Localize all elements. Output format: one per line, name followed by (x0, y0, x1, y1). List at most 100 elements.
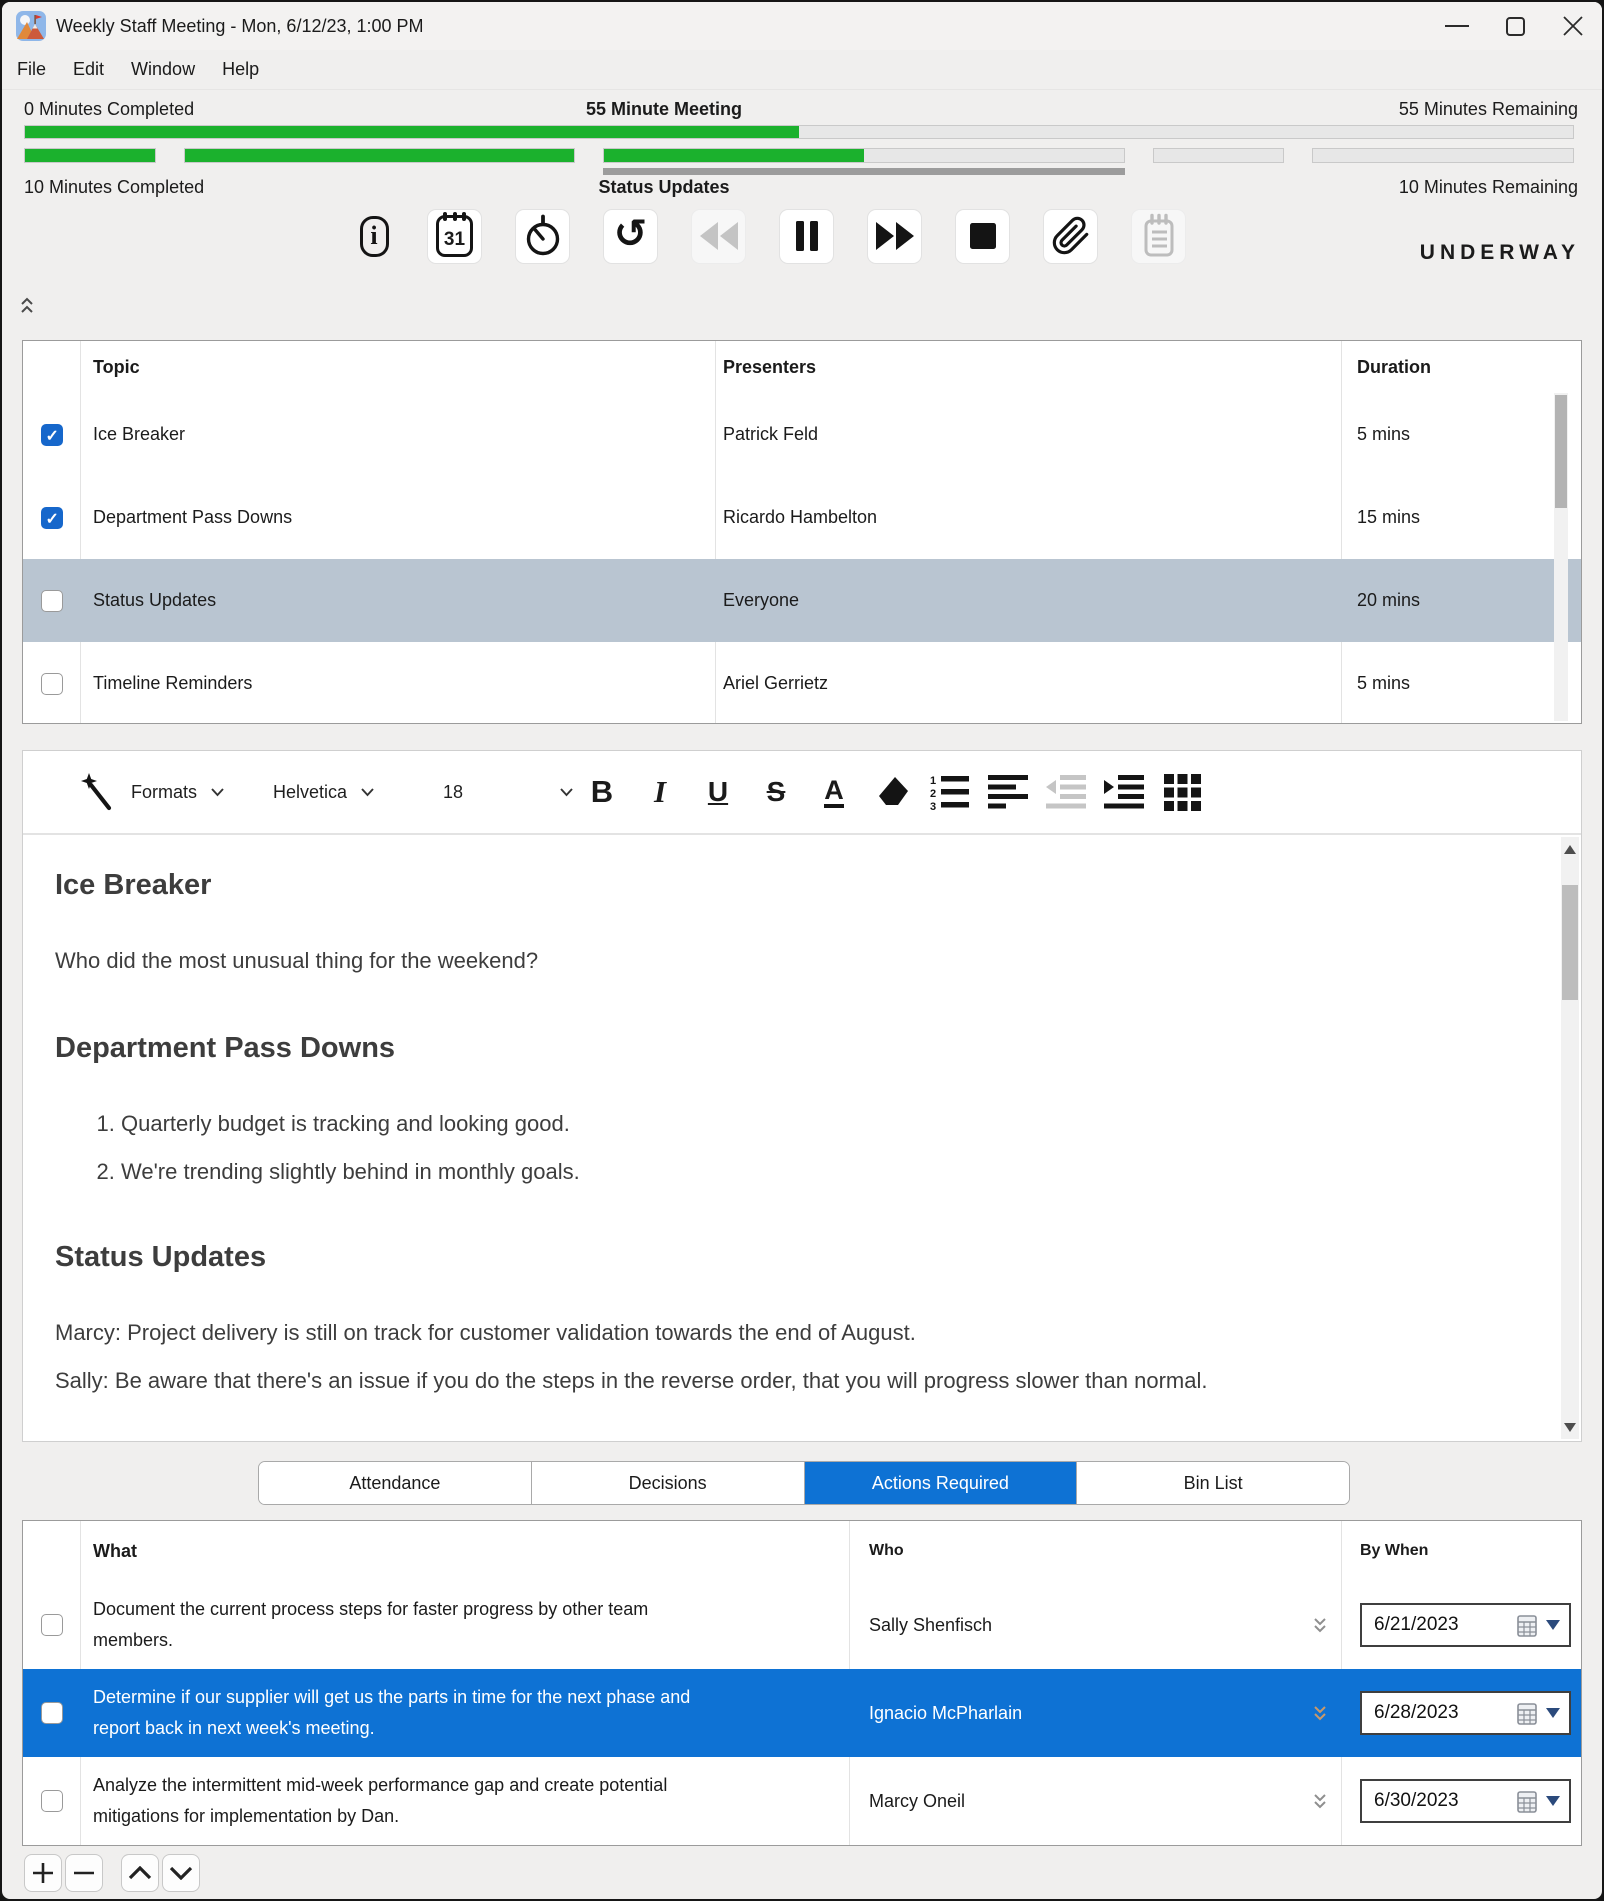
restart-icon: ↺ (614, 214, 648, 254)
notes-heading: Department Pass Downs (55, 1032, 1489, 1065)
menu-edit[interactable]: Edit (73, 59, 104, 80)
action-checkbox[interactable] (41, 1790, 63, 1812)
agenda-scrollbar-thumb[interactable] (1555, 395, 1567, 508)
action-row[interactable]: Analyze the intermittent mid-week perfor… (23, 1757, 1581, 1845)
attachment-button[interactable] (1043, 209, 1098, 264)
notes-paragraph: Marcy: Project delivery is still on trac… (55, 1316, 1489, 1350)
outdent-button[interactable] (1037, 775, 1095, 809)
scroll-up-arrow[interactable] (1561, 839, 1579, 859)
meeting-length-label: 55 Minute Meeting (2, 99, 1326, 120)
minimize-button[interactable] (1428, 2, 1486, 50)
progress-segment (24, 148, 156, 163)
menu-help[interactable]: Help (222, 59, 259, 80)
agenda-scrollbar[interactable] (1554, 393, 1568, 721)
align-left-icon (988, 775, 1028, 809)
collapse-panel-button[interactable] (20, 296, 34, 320)
stop-button[interactable] (955, 209, 1010, 264)
brand-wordmark: UNDERWAY (1420, 241, 1580, 265)
clear-formatting-button[interactable] (863, 775, 921, 809)
editor-scrollbar-thumb[interactable] (1562, 885, 1578, 1000)
action-row[interactable]: Document the current process steps for f… (23, 1581, 1581, 1669)
notes-button[interactable] (1131, 209, 1186, 264)
due-date-value: 6/30/2023 (1374, 1790, 1510, 1812)
topic-name: Timeline Reminders (80, 673, 715, 694)
info-button[interactable]: i (354, 209, 394, 264)
agenda-row[interactable]: Status Updates Everyone 20 mins (23, 559, 1581, 642)
strikethrough-button[interactable]: S (747, 776, 805, 808)
actions-col-who: Who (849, 1542, 1341, 1560)
combo-chevron-icon[interactable] (1313, 1705, 1327, 1722)
remove-action-button[interactable] (65, 1854, 103, 1892)
font-size-dropdown[interactable]: 18 (443, 782, 573, 803)
calendar-button[interactable]: 31 (427, 209, 482, 264)
tab-attendance[interactable]: Attendance (259, 1462, 531, 1504)
fast-forward-icon (874, 221, 916, 251)
date-dropdown-arrow[interactable] (1546, 1796, 1560, 1806)
fast-forward-button[interactable] (867, 209, 922, 264)
font-family-dropdown[interactable]: Helvetica (273, 782, 443, 803)
indent-button[interactable] (1095, 775, 1153, 809)
indent-icon (1104, 775, 1144, 809)
restart-button[interactable]: ↺ (603, 209, 658, 264)
italic-button[interactable]: I (631, 774, 689, 810)
rewind-button[interactable] (691, 209, 746, 264)
maximize-button[interactable] (1486, 2, 1544, 50)
notes-list: Quarterly budget is tracking and looking… (55, 1111, 1489, 1185)
action-row[interactable]: Determine if our supplier will get us th… (23, 1669, 1581, 1757)
notes-list-item: Quarterly budget is tracking and looking… (121, 1111, 1489, 1137)
segmented-progress (24, 148, 1574, 163)
insert-table-button[interactable] (1153, 774, 1211, 811)
bold-button[interactable]: B (573, 774, 631, 810)
svg-text:3: 3 (930, 801, 936, 811)
magic-wand-button[interactable] (65, 772, 131, 812)
agenda-row[interactable]: Timeline Reminders Ariel Gerrietz 5 mins (23, 642, 1581, 725)
topic-duration: 15 mins (1341, 507, 1581, 528)
action-checkbox[interactable] (41, 1614, 63, 1636)
overall-progress-fill (25, 126, 799, 138)
close-button[interactable] (1544, 2, 1602, 50)
agenda-row[interactable]: Ice Breaker Patrick Feld 5 mins (23, 393, 1581, 476)
combo-chevron-icon[interactable] (1313, 1617, 1327, 1634)
menu-window[interactable]: Window (131, 59, 195, 80)
tab-decisions[interactable]: Decisions (531, 1462, 804, 1504)
add-action-button[interactable] (24, 1854, 62, 1892)
topic-checkbox[interactable] (41, 673, 63, 695)
editor-scrollbar[interactable] (1561, 837, 1579, 1439)
topic-checkbox[interactable] (41, 590, 63, 612)
due-date-field[interactable]: 6/21/2023 (1360, 1603, 1571, 1647)
topic-checkbox[interactable] (41, 424, 63, 446)
tab-bin-list[interactable]: Bin List (1076, 1462, 1349, 1504)
notes-content[interactable]: Ice Breaker Who did the most unusual thi… (23, 837, 1559, 1441)
window-title: Weekly Staff Meeting - Mon, 6/12/23, 1:0… (56, 16, 424, 37)
text-color-button[interactable]: A (805, 776, 863, 808)
move-up-button[interactable] (121, 1854, 159, 1892)
due-date-field[interactable]: 6/28/2023 (1360, 1691, 1571, 1735)
move-down-button[interactable] (162, 1854, 200, 1892)
scroll-down-arrow[interactable] (1561, 1417, 1579, 1437)
due-date-field[interactable]: 6/30/2023 (1360, 1779, 1571, 1823)
menu-file[interactable]: File (17, 59, 46, 80)
date-dropdown-arrow[interactable] (1546, 1708, 1560, 1718)
current-segment-underline (603, 168, 1124, 175)
actions-header: What Who By When (23, 1521, 1581, 1581)
agenda-row[interactable]: Department Pass Downs Ricardo Hambelton … (23, 476, 1581, 559)
formats-dropdown[interactable]: Formats (131, 782, 273, 803)
date-picker-icon (1517, 1701, 1539, 1725)
tab-actions-required[interactable]: Actions Required (804, 1462, 1077, 1504)
date-dropdown-arrow[interactable] (1546, 1620, 1560, 1630)
combo-chevron-icon[interactable] (1313, 1793, 1327, 1810)
action-checkbox[interactable] (41, 1702, 63, 1724)
progress-segment (603, 148, 1124, 163)
align-left-button[interactable] (979, 775, 1037, 809)
actions-col-bywhen: By When (1341, 1542, 1581, 1560)
action-who: Ignacio McPharlain (869, 1703, 1022, 1724)
pause-button[interactable] (779, 209, 834, 264)
timer-button[interactable] (515, 209, 570, 264)
agenda-col-topic: Topic (80, 357, 715, 378)
numbered-list-button[interactable]: 1 2 3 (921, 773, 979, 811)
topic-checkbox[interactable] (41, 507, 63, 529)
presenter-name: Ariel Gerrietz (715, 673, 1341, 694)
stopwatch-icon (521, 213, 565, 259)
chevron-down-icon (169, 1866, 193, 1880)
underline-button[interactable]: U (689, 776, 747, 808)
